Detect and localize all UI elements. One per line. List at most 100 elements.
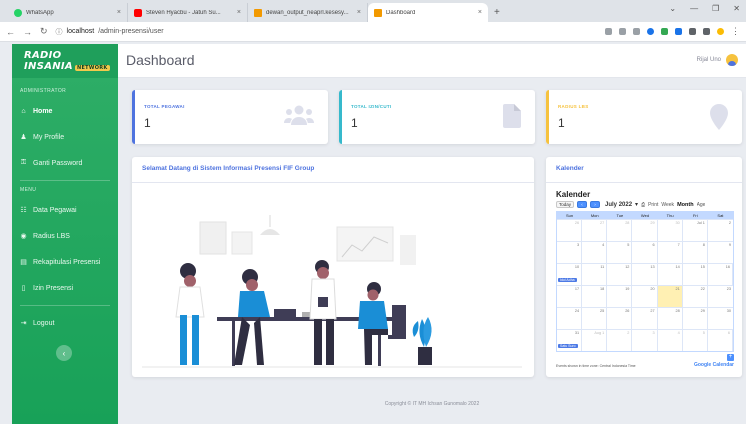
tab-title: Dashboard <box>386 9 416 16</box>
calendar-week-row: 26 27 28 29 30 Jul 12 <box>557 219 733 241</box>
browser-tab[interactable]: dewan_output_neaprl.kesesy... × <box>248 3 368 22</box>
sidebar-item-radius-lbs[interactable]: ◉ Radius LBS <box>12 223 118 249</box>
today-button[interactable]: Today <box>556 201 575 208</box>
info-icon[interactable]: ⓘ <box>56 27 63 37</box>
calendar-day-cell[interactable]: 26 <box>607 308 633 329</box>
calendar-day-cell[interactable]: 27 <box>632 308 658 329</box>
view-tab-month[interactable]: Month <box>677 202 694 208</box>
calendar-day-cell[interactable]: 2 <box>708 220 733 241</box>
calendar-event[interactable]: Satu Suro <box>558 344 578 348</box>
calendar-day-cell[interactable]: 22 <box>683 286 708 307</box>
calendar-day-cell[interactable]: 5 <box>683 330 708 351</box>
calendar-day-cell[interactable]: 28 <box>658 308 683 329</box>
browser-tab[interactable]: Steven Hyacbu - Jatuh Su... × <box>128 3 248 22</box>
sidebar-item-home[interactable]: ⌂ Home <box>12 98 118 124</box>
sidebar-item-ganti-password[interactable]: ⚿ Ganti Password <box>12 150 118 176</box>
calendar-day-cell[interactable]: 15 <box>683 264 708 285</box>
forward-icon[interactable]: → <box>23 27 32 37</box>
star-icon[interactable] <box>633 28 640 35</box>
add-calendar-icon[interactable]: + <box>727 354 734 361</box>
page-icon <box>374 8 382 17</box>
calendar-day-cell[interactable]: 5 <box>607 242 633 263</box>
calendar-day-cell[interactable]: 18 <box>582 286 608 307</box>
calendar-day-cell[interactable]: 24 <box>557 308 583 329</box>
close-icon[interactable]: × <box>357 9 361 16</box>
sidebar-toggle-button[interactable]: ‹ <box>56 345 72 361</box>
extension-icon[interactable] <box>661 28 668 35</box>
calendar-day-cell[interactable]: 30 <box>708 308 733 329</box>
calendar-day-cell[interactable]: 7 <box>658 242 683 263</box>
calendar-day-cell[interactable]: 8 <box>683 242 708 263</box>
calendar-event[interactable]: Idul Adha <box>558 278 577 282</box>
close-icon[interactable]: × <box>117 9 121 16</box>
calendar-day-cell[interactable]: 11 <box>582 264 608 285</box>
sidebar-item-my-profile[interactable]: ♟ My Profile <box>12 124 118 150</box>
calendar-day-cell[interactable]: 14 <box>658 264 683 285</box>
calendar-day-cell[interactable]: 19 <box>607 286 633 307</box>
calendar-day-cell[interactable]: 3 <box>557 242 583 263</box>
google-calendar-logo[interactable]: Google Calendar <box>694 362 734 368</box>
prev-month-button[interactable]: ‹ <box>577 201 588 208</box>
minimize-icon[interactable]: — <box>690 4 698 13</box>
maximize-icon[interactable]: ❐ <box>712 4 719 13</box>
brand-logo: RADIO INSANIA NETWORK <box>24 50 118 72</box>
calendar-day-cell[interactable]: 9 <box>708 242 733 263</box>
address-bar[interactable]: ⓘ localhost/admin-presensi/user <box>56 27 597 37</box>
view-tab-agenda[interactable]: Agenda <box>697 202 705 208</box>
print-button[interactable]: Print <box>648 202 658 208</box>
close-window-icon[interactable]: ✕ <box>733 4 740 13</box>
extension-icon[interactable] <box>689 28 696 35</box>
print-icon[interactable]: ⎙ <box>641 202 645 208</box>
calendar-body: 26 27 28 29 30 Jul 1 2 3 4 5 6 7 8 9 10 11 12 13 14 15 16 Idu… <box>557 219 733 351</box>
calendar-day-cell[interactable]: 13 <box>632 264 658 285</box>
slides-icon <box>254 8 262 17</box>
back-icon[interactable]: ← <box>6 27 15 37</box>
calendar-day-cell[interactable]: 2 <box>607 330 633 351</box>
calendar-day-cell[interactable]: 26 <box>557 220 583 241</box>
brand[interactable]: RADIO INSANIA NETWORK <box>12 44 118 78</box>
calendar-day-cell[interactable]: 30 <box>658 220 683 241</box>
puzzle-icon[interactable] <box>703 28 710 35</box>
calendar-day-cell[interactable]: 27 <box>582 220 608 241</box>
calendar-day-cell[interactable]: 4 <box>582 242 608 263</box>
calendar-day-cell[interactable]: 25 <box>582 308 608 329</box>
calendar-day-cell[interactable]: 3 <box>632 330 658 351</box>
calendar-day-cell[interactable]: 29 <box>632 220 658 241</box>
calendar-day-cell[interactable]: 29 <box>683 308 708 329</box>
close-icon[interactable]: × <box>237 9 241 16</box>
reload-icon[interactable]: ↻ <box>40 26 48 37</box>
tab-search-icon[interactable]: ⌄ <box>669 4 676 13</box>
menu-icon[interactable]: ⋮ <box>731 26 740 37</box>
extension-icon[interactable] <box>647 28 654 35</box>
extension-icon[interactable] <box>675 28 682 35</box>
sidebar-item-rekapitulasi-presensi[interactable]: ▤ Rekapitulasi Presensi <box>12 249 118 275</box>
calendar-day-cell[interactable]: 6 <box>632 242 658 263</box>
profile-icon[interactable] <box>717 28 724 35</box>
close-icon[interactable]: × <box>478 9 482 16</box>
sidebar-item-logout[interactable]: ⇥ Logout <box>12 310 118 336</box>
key-icon[interactable] <box>605 28 612 35</box>
sidebar-item-izin-presensi[interactable]: ▯ Izin Presensi <box>12 275 118 301</box>
sidebar-item-data-pegawai[interactable]: ☷ Data Pegawai <box>12 197 118 223</box>
share-icon[interactable] <box>619 28 626 35</box>
user-menu[interactable]: Rijal Uno <box>697 54 738 66</box>
calendar-day-cell[interactable]: 6 <box>708 330 733 351</box>
calendar-day-cell[interactable]: 20 <box>632 286 658 307</box>
calendar-day-cell[interactable]: 21 <box>657 286 683 307</box>
browser-tab[interactable]: WhatsApp × <box>8 3 128 22</box>
view-tab-week[interactable]: Week <box>661 202 674 208</box>
calendar-day-cell[interactable]: 16 <box>708 264 733 285</box>
calendar-day-cell[interactable]: Aug 1 <box>582 330 608 351</box>
browser-tab-active[interactable]: Dashboard × <box>368 3 488 22</box>
chevron-down-icon[interactable]: ▾ <box>635 201 638 208</box>
next-month-button[interactable]: › <box>590 201 601 208</box>
weekday-label: Thu <box>666 213 674 218</box>
new-tab-button[interactable]: + <box>494 7 500 18</box>
calendar-day-cell[interactable]: 4 <box>658 330 683 351</box>
sidebar-item-label: Home <box>33 107 53 115</box>
calendar-day-cell[interactable]: Jul 1 <box>683 220 708 241</box>
calendar-day-cell[interactable]: 17 <box>557 286 583 307</box>
calendar-day-cell[interactable]: 28 <box>607 220 633 241</box>
calendar-day-cell[interactable]: 12 <box>607 264 633 285</box>
calendar-day-cell[interactable]: 23 <box>708 286 733 307</box>
